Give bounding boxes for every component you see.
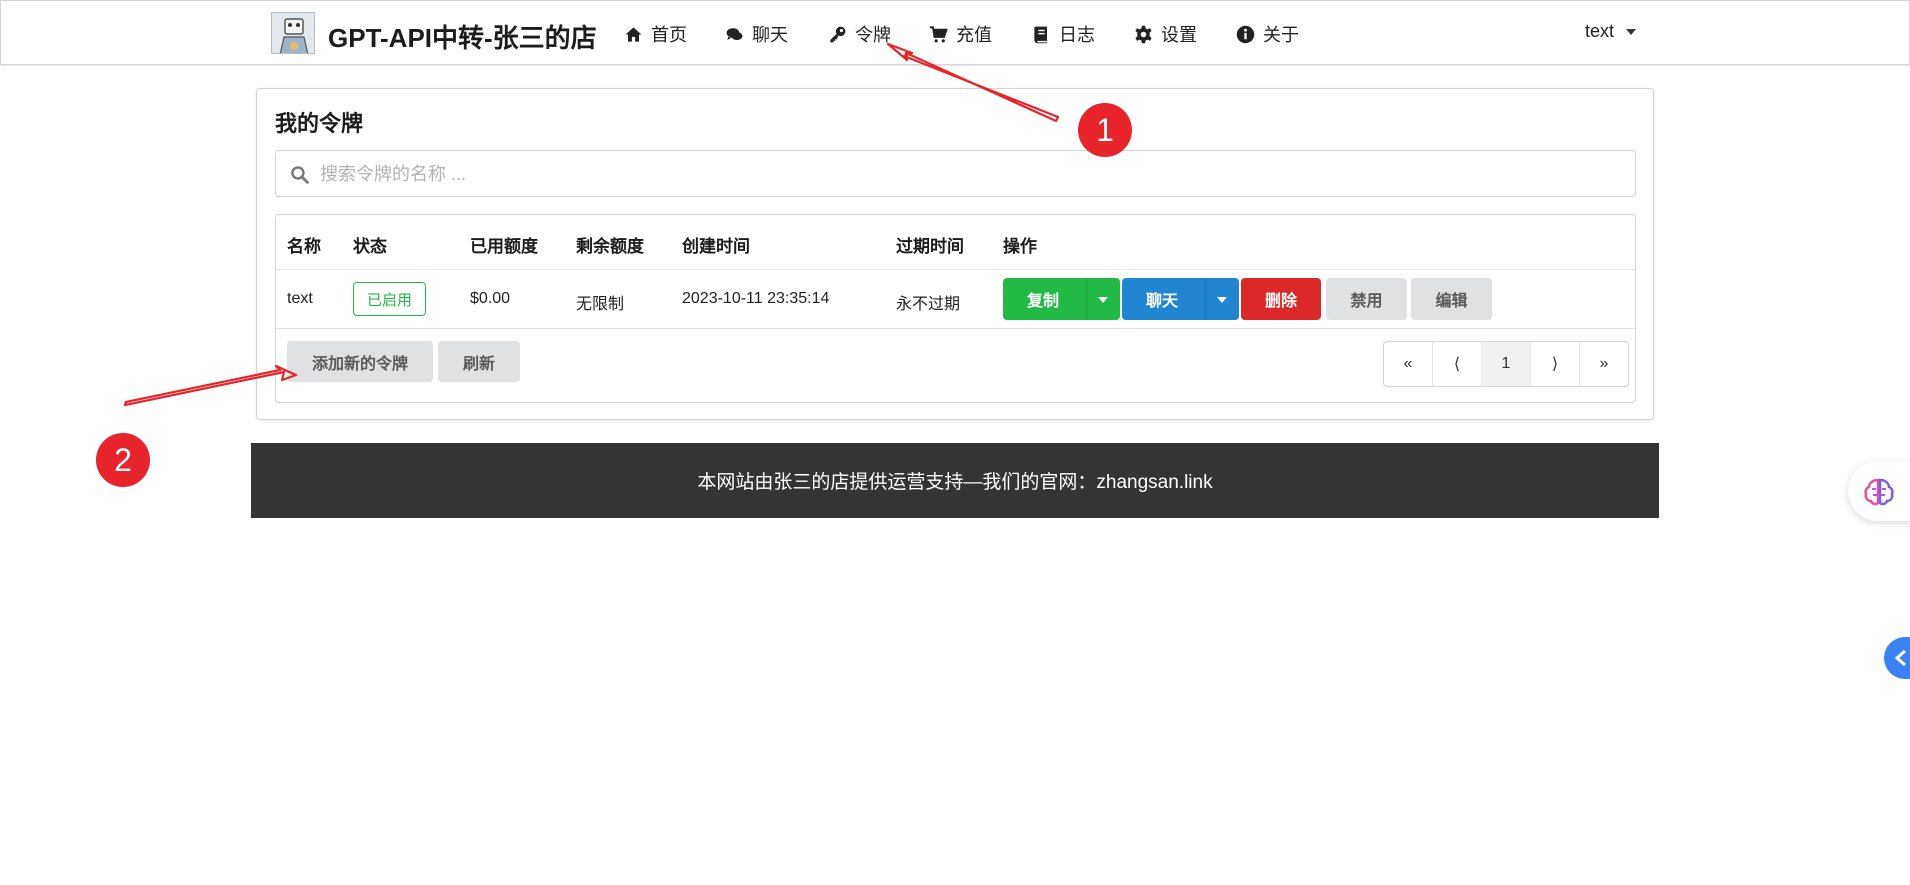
tokens-card: 我的令牌 名称 状态 已用额度 剩余额度 创建时间 过期时间 操作 text 已… (256, 88, 1654, 420)
nav-topup[interactable]: 充值 (929, 21, 992, 47)
token-name: text (287, 290, 313, 307)
site-footer: 本网站由张三的店提供运营支持—我们的官网：zhangsan.link (251, 443, 1659, 518)
page-last-button[interactable]: » (1580, 342, 1628, 386)
side-panel-toggle[interactable] (1884, 637, 1910, 679)
chat-dropdown-icon[interactable] (1217, 297, 1227, 303)
nav-logs[interactable]: 日志 (1032, 21, 1095, 47)
brand-title[interactable]: GPT-API中转-张三的店 (328, 18, 597, 55)
username: text (1585, 21, 1615, 41)
column-header-name[interactable]: 名称 (287, 232, 321, 257)
column-header-expires[interactable]: 过期时间 (896, 232, 964, 257)
page-next-button[interactable]: ⟩ (1531, 342, 1580, 386)
divider (276, 269, 1635, 270)
divider (1086, 278, 1087, 320)
nav-logs-label: 日志 (1059, 25, 1095, 45)
top-navbar: GPT-API中转-张三的店 首页 聊天 令牌 充值 日志 设置 关于 text (0, 0, 1910, 65)
edit-button[interactable]: 编辑 (1411, 278, 1492, 320)
status-badge: 已启用 (353, 282, 426, 316)
annotation-marker-2: 2 (96, 433, 150, 487)
nav-settings-label: 设置 (1161, 25, 1197, 45)
refresh-button[interactable]: 刷新 (438, 341, 520, 382)
copy-button[interactable]: 复制 (1003, 287, 1083, 311)
search-input[interactable] (320, 159, 1620, 189)
nav-chat[interactable]: 聊天 (725, 21, 788, 47)
token-expires: 永不过期 (896, 296, 961, 313)
nav-topup-label: 充值 (956, 25, 992, 45)
search-box (275, 150, 1636, 197)
chat-button[interactable]: 聊天 (1122, 287, 1202, 311)
token-used: $0.00 (470, 290, 511, 307)
column-header-used[interactable]: 已用额度 (470, 232, 538, 257)
divider (1205, 278, 1206, 320)
user-dropdown[interactable]: text (1585, 21, 1637, 42)
delete-button[interactable]: 删除 (1241, 278, 1321, 320)
search-icon (291, 166, 309, 184)
chat-button-group: 聊天 (1122, 278, 1239, 320)
nav-chat-label: 聊天 (752, 25, 788, 45)
nav-about[interactable]: 关于 (1236, 21, 1299, 47)
disable-button[interactable]: 禁用 (1326, 278, 1407, 320)
nav-home-label: 首页 (651, 25, 687, 45)
copy-dropdown-icon[interactable] (1098, 297, 1108, 303)
gear-icon (1135, 25, 1152, 43)
column-header-status[interactable]: 状态 (353, 232, 387, 257)
column-header-created[interactable]: 创建时间 (682, 232, 750, 257)
pagination: « ⟨ 1 ⟩ » (1383, 341, 1629, 387)
column-header-actions: 操作 (1003, 237, 1037, 256)
chevron-down-icon (1626, 28, 1637, 35)
nav-about-label: 关于 (1263, 25, 1299, 45)
annotation-marker-1: 1 (1078, 103, 1132, 157)
nav-tokens[interactable]: 令牌 (828, 21, 891, 47)
page-current[interactable]: 1 (1482, 342, 1531, 386)
page-title: 我的令牌 (275, 111, 364, 136)
info-icon (1236, 25, 1255, 43)
divider (276, 328, 1635, 329)
nav-settings[interactable]: 设置 (1134, 21, 1197, 47)
chat-icon (726, 27, 743, 40)
copy-button-group: 复制 (1003, 278, 1120, 320)
book-icon (1034, 26, 1048, 43)
page-prev-button[interactable]: ⟨ (1433, 342, 1482, 386)
floating-assistant-button[interactable] (1848, 461, 1910, 521)
nav-tokens-label: 令牌 (855, 25, 891, 45)
tokens-table: 名称 状态 已用额度 剩余额度 创建时间 过期时间 操作 text 已启用 $0… (275, 214, 1636, 403)
token-remaining: 无限制 (576, 296, 625, 313)
robot-avatar-icon[interactable] (271, 12, 315, 54)
token-created: 2023-10-11 23:35:14 (682, 290, 830, 307)
nav-home[interactable]: 首页 (624, 21, 687, 47)
page-first-button[interactable]: « (1384, 342, 1433, 386)
home-icon (625, 26, 642, 42)
column-header-remaining[interactable]: 剩余额度 (576, 232, 644, 257)
cart-icon (929, 25, 948, 42)
brain-icon (1864, 478, 1894, 506)
add-token-button[interactable]: 添加新的令牌 (287, 341, 433, 382)
footer-text: 本网站由张三的店提供运营支持—我们的官网：zhangsan.link (697, 472, 1213, 493)
key-icon (830, 26, 846, 42)
chevron-left-icon (1894, 649, 1906, 667)
